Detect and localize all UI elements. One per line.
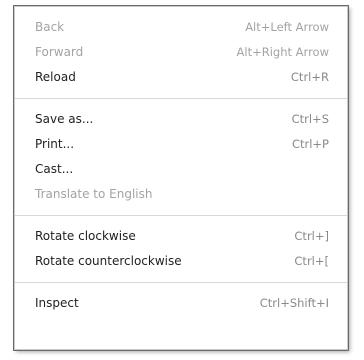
menu-item-label: Back bbox=[35, 20, 65, 34]
menu-group-rotate: Rotate clockwise Ctrl+] Rotate countercl… bbox=[15, 216, 347, 282]
menu-item-cast[interactable]: Cast... bbox=[15, 157, 347, 182]
menu-item-forward: Forward Alt+Right Arrow bbox=[15, 40, 347, 65]
menu-item-reload[interactable]: Reload Ctrl+R bbox=[15, 65, 347, 90]
menu-group-navigation: Back Alt+Left Arrow Forward Alt+Right Ar… bbox=[15, 7, 347, 98]
context-menu: Back Alt+Left Arrow Forward Alt+Right Ar… bbox=[14, 6, 348, 350]
menu-item-label: Reload bbox=[35, 70, 76, 84]
menu-item-rotate-counterclockwise[interactable]: Rotate counterclockwise Ctrl+[ bbox=[15, 249, 347, 274]
menu-item-label: Inspect bbox=[35, 296, 79, 310]
menu-item-shortcut: Alt+Right Arrow bbox=[236, 45, 329, 59]
menu-item-save-as[interactable]: Save as... Ctrl+S bbox=[15, 107, 347, 132]
menu-item-inspect[interactable]: Inspect Ctrl+Shift+I bbox=[15, 291, 347, 316]
menu-item-translate: Translate to English bbox=[15, 182, 347, 207]
menu-group-devtools: Inspect Ctrl+Shift+I bbox=[15, 283, 347, 324]
menu-item-label: Translate to English bbox=[35, 187, 153, 201]
menu-item-label: Cast... bbox=[35, 162, 74, 176]
menu-item-label: Forward bbox=[35, 45, 84, 59]
menu-item-print[interactable]: Print... Ctrl+P bbox=[15, 132, 347, 157]
menu-item-shortcut: Ctrl+S bbox=[291, 112, 329, 126]
menu-group-page: Save as... Ctrl+S Print... Ctrl+P Cast..… bbox=[15, 99, 347, 215]
menu-item-shortcut: Ctrl+P bbox=[291, 137, 329, 151]
menu-item-shortcut: Ctrl+] bbox=[294, 229, 329, 243]
menu-item-shortcut: Ctrl+R bbox=[290, 70, 329, 84]
menu-item-label: Rotate counterclockwise bbox=[35, 254, 182, 268]
menu-item-label: Save as... bbox=[35, 112, 94, 126]
menu-item-label: Print... bbox=[35, 137, 75, 151]
menu-item-shortcut: Ctrl+Shift+I bbox=[259, 296, 329, 310]
menu-item-rotate-clockwise[interactable]: Rotate clockwise Ctrl+] bbox=[15, 224, 347, 249]
menu-item-shortcut: Alt+Left Arrow bbox=[245, 20, 329, 34]
menu-item-shortcut: Ctrl+[ bbox=[294, 254, 329, 268]
menu-item-label: Rotate clockwise bbox=[35, 229, 136, 243]
menu-item-back: Back Alt+Left Arrow bbox=[15, 15, 347, 40]
